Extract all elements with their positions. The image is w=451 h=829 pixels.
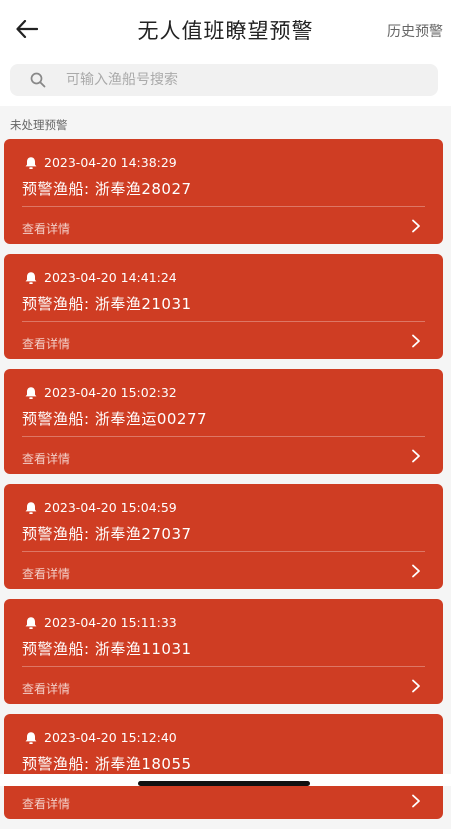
alert-vessel: 预警渔船: 浙奉渔28027 [22,180,192,198]
alert-list: 2023-04-20 14:38:29 预警渔船: 浙奉渔28027 查看详情 202… [0,139,451,829]
alert-vessel: 预警渔船: 浙奉渔21031 [22,295,192,313]
chevron-right-icon[interactable] [411,794,421,808]
chevron-right-icon[interactable] [411,219,421,233]
alert-vessel: 预警渔船: 浙奉渔18055 [22,755,192,773]
divider [22,666,425,667]
search-icon [30,72,46,88]
view-details-link[interactable]: 查看详情 [22,335,70,352]
search-bar [0,58,451,106]
divider [22,321,425,322]
alert-card[interactable]: 2023-04-20 15:04:59 预警渔船: 浙奉渔27037 查看详情 [4,484,443,589]
alert-vessel: 预警渔船: 浙奉渔27037 [22,525,192,543]
chevron-right-icon[interactable] [411,679,421,693]
history-alerts-link[interactable]: 历史预警 [387,21,443,41]
bell-icon [25,272,37,284]
alert-time: 2023-04-20 15:04:59 [44,500,177,515]
alert-card[interactable]: 2023-04-20 14:38:29 预警渔船: 浙奉渔28027 查看详情 [4,139,443,244]
alert-time: 2023-04-20 14:41:24 [44,270,177,285]
chevron-right-icon[interactable] [411,564,421,578]
view-details-link[interactable]: 查看详情 [22,795,70,812]
chevron-right-icon[interactable] [411,449,421,463]
divider [22,551,425,552]
page-title: 无人值班瞭望预警 [137,19,314,43]
alert-card[interactable]: 2023-04-20 15:11:33 预警渔船: 浙奉渔11031 查看详情 [4,599,443,704]
alert-card[interactable]: 2023-04-20 15:12:40 预警渔船: 浙奉渔18055 查看详情 [4,714,443,819]
alert-time: 2023-04-20 15:11:33 [44,615,177,630]
alert-card[interactable]: 2023-04-20 15:02:32 预警渔船: 浙奉渔运00277 查看详情 [4,369,443,474]
alert-time: 2023-04-20 15:02:32 [44,385,177,400]
view-details-link[interactable]: 查看详情 [22,680,70,697]
alert-vessel: 预警渔船: 浙奉渔运00277 [22,410,208,428]
search-input[interactable] [66,64,426,96]
alert-vessel: 预警渔船: 浙奉渔11031 [22,640,192,658]
chevron-right-icon[interactable] [411,334,421,348]
section-label-unprocessed: 未处理预警 [10,118,68,132]
view-details-link[interactable]: 查看详情 [22,565,70,582]
alert-time: 2023-04-20 14:38:29 [44,155,177,170]
bell-icon [25,387,37,399]
view-details-link[interactable]: 查看详情 [22,220,70,237]
search-box[interactable] [10,64,438,96]
divider [22,436,425,437]
divider [22,206,425,207]
view-details-link[interactable]: 查看详情 [22,450,70,467]
bell-icon [25,157,37,169]
bell-icon [25,617,37,629]
header-bar: 无人值班瞭望预警 历史预警 [0,0,451,58]
home-indicator[interactable] [138,781,310,786]
bell-icon [25,732,37,744]
alert-card[interactable]: 2023-04-20 14:41:24 预警渔船: 浙奉渔21031 查看详情 [4,254,443,359]
alert-time: 2023-04-20 15:12:40 [44,730,177,745]
bell-icon [25,502,37,514]
